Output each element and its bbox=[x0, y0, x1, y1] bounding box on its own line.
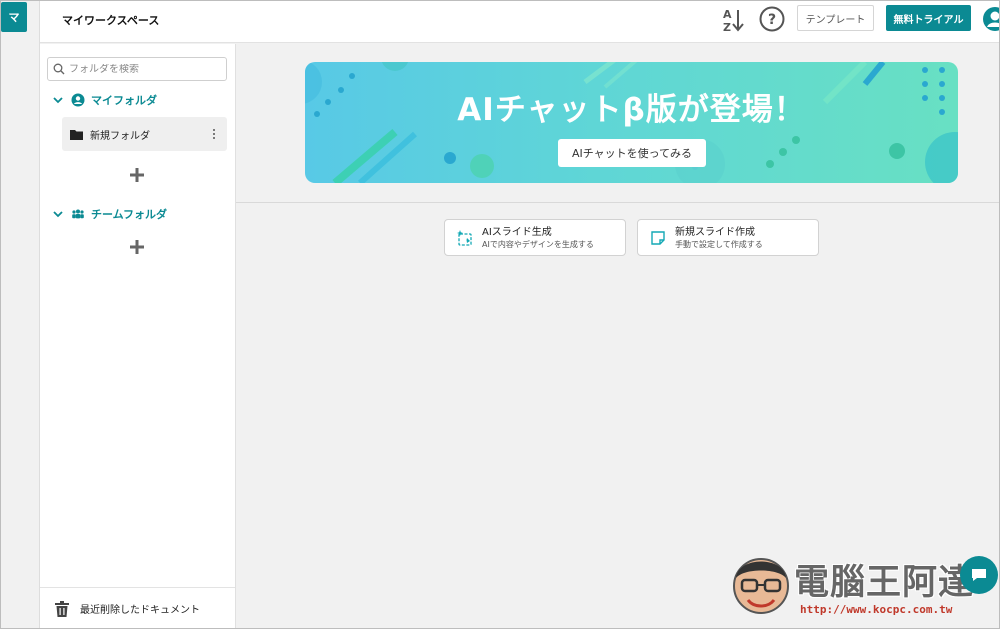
chevron-down-icon[interactable] bbox=[52, 208, 64, 220]
team-folders-section[interactable]: チームフォルダ bbox=[52, 206, 167, 222]
app-rail: マ bbox=[0, 0, 40, 629]
folder-label: 新規フォルダ bbox=[90, 130, 150, 142]
more-options-icon[interactable] bbox=[209, 127, 219, 141]
add-team-folder-icon[interactable] bbox=[129, 239, 145, 255]
svg-text:?: ? bbox=[768, 12, 776, 28]
top-header: マイワークスペース A Z ? テンプレート 無料トライアル bbox=[40, 0, 1000, 43]
watermark-title: 電腦王阿達 bbox=[794, 563, 975, 603]
chat-icon bbox=[972, 569, 986, 581]
team-icon bbox=[72, 209, 84, 219]
help-icon[interactable]: ? bbox=[758, 5, 786, 33]
chevron-down-icon[interactable] bbox=[52, 94, 64, 106]
user-avatar-icon[interactable] bbox=[982, 6, 1000, 32]
ai-sparkle-icon bbox=[457, 229, 472, 246]
folder-sidebar: マイフォルダ 新規フォルダ チームフォルダ bbox=[40, 44, 236, 629]
recently-deleted-link[interactable]: 最近削除したドキュメント bbox=[40, 587, 235, 629]
card-subtitle: AIで内容やデザインを生成する bbox=[482, 239, 594, 249]
card-subtitle: 手動で設定して作成する bbox=[675, 239, 763, 249]
my-folders-section[interactable]: マイフォルダ bbox=[52, 92, 157, 108]
watermark-url: http://www.kocpc.com.tw bbox=[800, 603, 953, 616]
ai-chat-banner: AIチャットβ版が登場！ AIチャットを使ってみる bbox=[305, 62, 958, 183]
card-title: 新規スライド作成 bbox=[675, 226, 755, 238]
note-icon bbox=[651, 230, 665, 245]
template-button[interactable]: テンプレート bbox=[797, 5, 874, 31]
ai-slide-generate-card[interactable]: AIスライド生成 AIで内容やデザインを生成する bbox=[444, 219, 626, 256]
folder-item[interactable]: 新規フォルダ bbox=[62, 117, 227, 151]
svg-text:Z: Z bbox=[723, 21, 731, 34]
free-trial-button[interactable]: 無料トライアル bbox=[886, 5, 971, 31]
try-ai-chat-button[interactable]: AIチャットを使ってみる bbox=[558, 139, 706, 167]
workspace-badge[interactable]: マ bbox=[1, 2, 27, 32]
recently-deleted-label: 最近削除したドキュメント bbox=[80, 605, 200, 616]
workspace-title: マイワークスペース bbox=[62, 14, 160, 27]
watermark-mascot-icon bbox=[733, 558, 789, 614]
team-folders-label: チームフォルダ bbox=[91, 208, 168, 221]
my-folders-label: マイフォルダ bbox=[91, 94, 157, 107]
trash-icon bbox=[55, 600, 69, 617]
banner-title: AIチャットβ版が登場！ bbox=[457, 92, 806, 128]
card-title: AIスライド生成 bbox=[482, 226, 552, 238]
folder-search[interactable] bbox=[47, 57, 227, 81]
svg-text:A: A bbox=[723, 8, 732, 21]
search-icon bbox=[53, 63, 65, 75]
folder-search-input[interactable] bbox=[69, 63, 219, 75]
add-folder-icon[interactable] bbox=[129, 167, 145, 183]
watermark: 電腦王阿達 http://www.kocpc.com.tw bbox=[728, 546, 1000, 626]
chat-support-button[interactable] bbox=[960, 556, 998, 594]
content-divider bbox=[236, 202, 1000, 203]
person-circle-icon bbox=[71, 93, 85, 107]
new-slide-card[interactable]: 新規スライド作成 手動で設定して作成する bbox=[637, 219, 819, 256]
sort-az-icon[interactable]: A Z bbox=[720, 6, 746, 34]
folder-icon bbox=[70, 129, 83, 140]
